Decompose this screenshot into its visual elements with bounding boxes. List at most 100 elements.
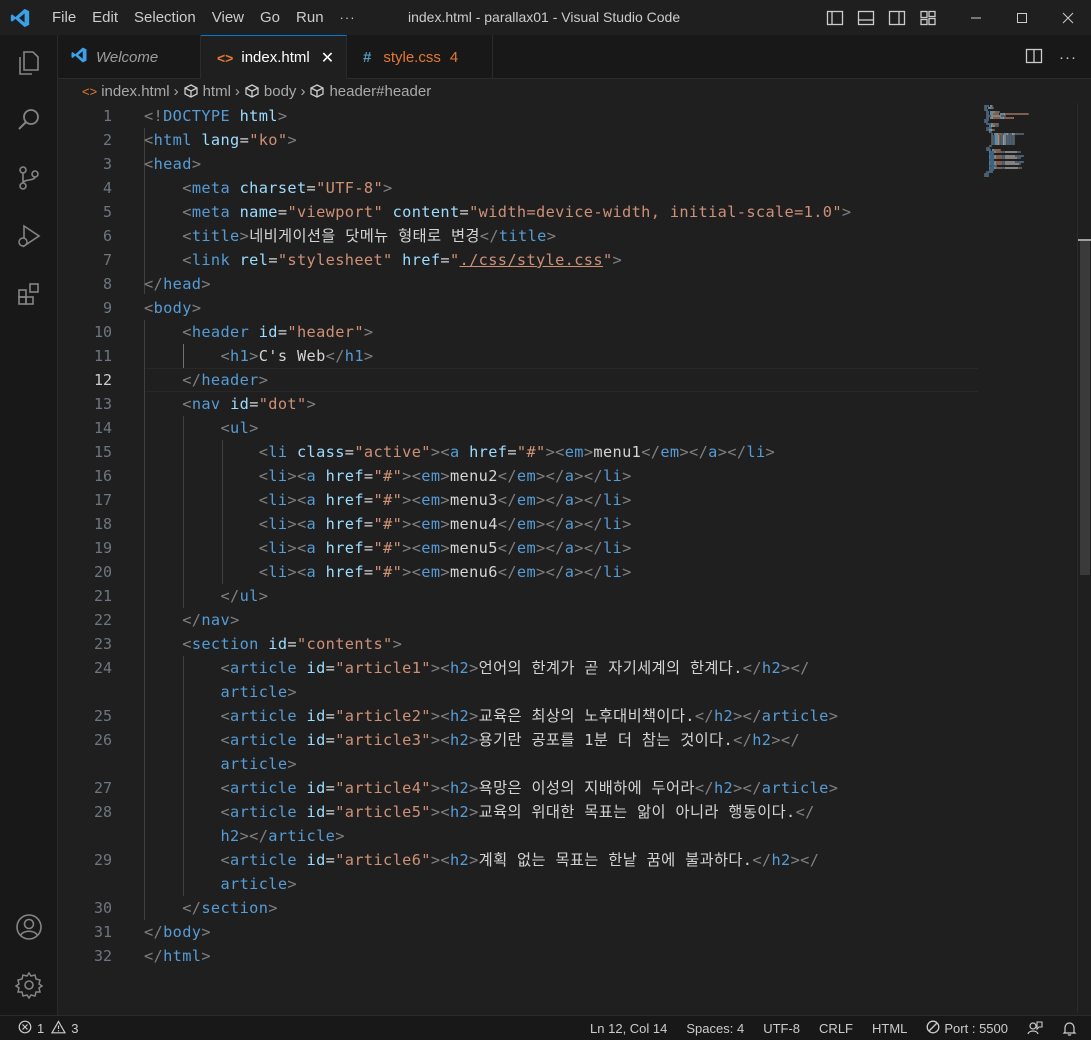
code-line[interactable]: article>	[144, 680, 297, 704]
code-line[interactable]: <body>	[144, 296, 201, 320]
notifications-bell-icon[interactable]	[1062, 1021, 1077, 1036]
code-line[interactable]: <article id="article1"><h2>언어의 한계가 곧 자기세…	[144, 656, 810, 680]
toggle-panel-icon[interactable]	[850, 0, 881, 35]
code-line[interactable]: <article id="article3"><h2>용기란 공포를 1분 더 …	[144, 728, 800, 752]
code-line[interactable]: <!DOCTYPE html>	[144, 104, 287, 128]
search-icon[interactable]	[0, 96, 58, 144]
code-line[interactable]: </nav>	[144, 608, 240, 632]
tab-welcome[interactable]: Welcome	[58, 35, 201, 79]
code-line[interactable]: h2></article>	[144, 824, 345, 848]
code-token: >	[583, 443, 594, 461]
code-line[interactable]: <li><a href="#"><em>menu3</em></a></li>	[144, 488, 632, 512]
problems-indicator[interactable]: 1 3	[18, 1016, 78, 1040]
code-token: "ko"	[249, 131, 288, 149]
close-window-icon[interactable]	[1045, 0, 1091, 35]
code-line[interactable]: <article id="article6"><h2>계획 없는 목표는 한낱 …	[144, 848, 819, 872]
code-token: li	[602, 491, 623, 509]
explorer-icon[interactable]	[0, 39, 58, 87]
code-token: h2	[761, 659, 782, 677]
code-token: ><	[402, 467, 422, 485]
minimap-token	[993, 107, 994, 109]
indentation[interactable]: Spaces: 4	[686, 1021, 744, 1036]
code-line[interactable]: <html lang="ko">	[144, 128, 297, 152]
encoding[interactable]: UTF-8	[763, 1021, 800, 1036]
code-line[interactable]: </body>	[144, 920, 211, 944]
code-line[interactable]: <article id="article2"><h2>교육은 최상의 노후대비책…	[144, 704, 838, 728]
scrollbar-thumb[interactable]	[1080, 239, 1090, 575]
menu-more[interactable]: ···	[332, 0, 364, 35]
split-editor-icon[interactable]	[1025, 47, 1043, 68]
code-token: >	[201, 947, 211, 965]
breadcrumb-header[interactable]: header#header	[329, 83, 431, 100]
toggle-primary-sidebar-icon[interactable]	[819, 0, 850, 35]
tab-index-html[interactable]: <> index.html ✕	[201, 35, 347, 79]
code-line[interactable]: <ul>	[144, 416, 259, 440]
menu-file[interactable]: File	[44, 0, 84, 35]
breadcrumb-body[interactable]: body	[264, 83, 297, 100]
settings-gear-icon[interactable]	[0, 961, 58, 1009]
code-line[interactable]: <link rel="stylesheet" href="./css/style…	[144, 248, 622, 272]
code-line[interactable]: </ul>	[144, 584, 268, 608]
code-editor[interactable]: 1 2 3 4 5 6 7 8 9 10 11 12 13 14 15 16 17 18 19 20 21 22 23 24 2…	[58, 103, 1091, 1013]
code-token: ><	[402, 563, 422, 581]
code-line[interactable]: <li><a href="#"><em>menu2</em></a></li>	[144, 464, 632, 488]
code-line[interactable]: <meta charset="UTF-8">	[144, 176, 393, 200]
menu-view[interactable]: View	[204, 0, 252, 35]
tab-style-css[interactable]: # style.css 4	[347, 35, 493, 79]
accounts-icon[interactable]	[0, 903, 58, 951]
code-line[interactable]: <section id="contents">	[144, 632, 402, 656]
live-server-port[interactable]: Port : 5500	[926, 1020, 1008, 1037]
code-line[interactable]: <li><a href="#"><em>menu6</em></a></li>	[144, 560, 632, 584]
code-line[interactable]: <li><a href="#"><em>menu4</em></a></li>	[144, 512, 632, 536]
minimize-icon[interactable]	[953, 0, 999, 35]
extensions-icon[interactable]	[0, 270, 58, 318]
feedback-icon[interactable]	[1027, 1020, 1043, 1036]
maximize-icon[interactable]	[999, 0, 1045, 35]
code-line[interactable]: <li><a href="#"><em>menu5</em></a></li>	[144, 536, 632, 560]
breadcrumb-html[interactable]: html	[203, 83, 231, 100]
minimap[interactable]	[978, 103, 1058, 183]
code-line[interactable]: </header>	[144, 368, 268, 392]
vertical-scrollbar[interactable]	[1077, 103, 1091, 1013]
code-token: article	[761, 779, 829, 797]
end-of-line[interactable]: CRLF	[819, 1021, 853, 1036]
more-actions-icon[interactable]: ···	[1059, 49, 1077, 66]
source-control-icon[interactable]	[0, 154, 58, 202]
toggle-secondary-sidebar-icon[interactable]	[881, 0, 912, 35]
code-line[interactable]: </section>	[144, 896, 278, 920]
customize-layout-icon[interactable]	[912, 0, 943, 35]
code-token: "article4"	[335, 779, 431, 797]
close-tab-icon[interactable]: ✕	[321, 48, 334, 68]
code-token: "	[449, 251, 460, 269]
code-line[interactable]: article>	[144, 872, 297, 896]
breadcrumb-file[interactable]: index.html	[101, 83, 169, 100]
code-line[interactable]: <header id="header">	[144, 320, 373, 344]
menu-selection[interactable]: Selection	[126, 0, 204, 35]
code-line[interactable]: <title>네비게이션을 닷메뉴 형태로 변경</title>	[144, 224, 556, 248]
menu-go[interactable]: Go	[252, 0, 288, 35]
code-line[interactable]: </html>	[144, 944, 211, 968]
code-token: name	[239, 203, 278, 221]
code-token: href	[325, 515, 364, 533]
code-line[interactable]: <h1>C's Web</h1>	[144, 344, 373, 368]
code-token: header	[191, 323, 250, 341]
code-line[interactable]: <head>	[144, 152, 201, 176]
code-line[interactable]: <article id="article4"><h2>욕망은 이성의 지배하에 …	[144, 776, 838, 800]
code-token: article	[268, 827, 336, 845]
code-line[interactable]: article>	[144, 752, 297, 776]
menu-edit[interactable]: Edit	[84, 0, 126, 35]
run-and-debug-icon[interactable]	[0, 212, 58, 260]
code-line[interactable]: <li class="active"><a href="#"><em>menu1…	[144, 440, 775, 464]
code-line[interactable]: </head>	[144, 272, 211, 296]
code-line[interactable]: <nav id="dot">	[144, 392, 316, 416]
language-mode[interactable]: HTML	[872, 1021, 907, 1036]
cursor-position[interactable]: Ln 12, Col 14	[590, 1021, 667, 1036]
menu-run[interactable]: Run	[288, 0, 332, 35]
code-line[interactable]: <article id="article5"><h2>교육의 위대한 목표는 앎…	[144, 800, 815, 824]
code-line[interactable]: <meta name="viewport" content="width=dev…	[144, 200, 851, 224]
